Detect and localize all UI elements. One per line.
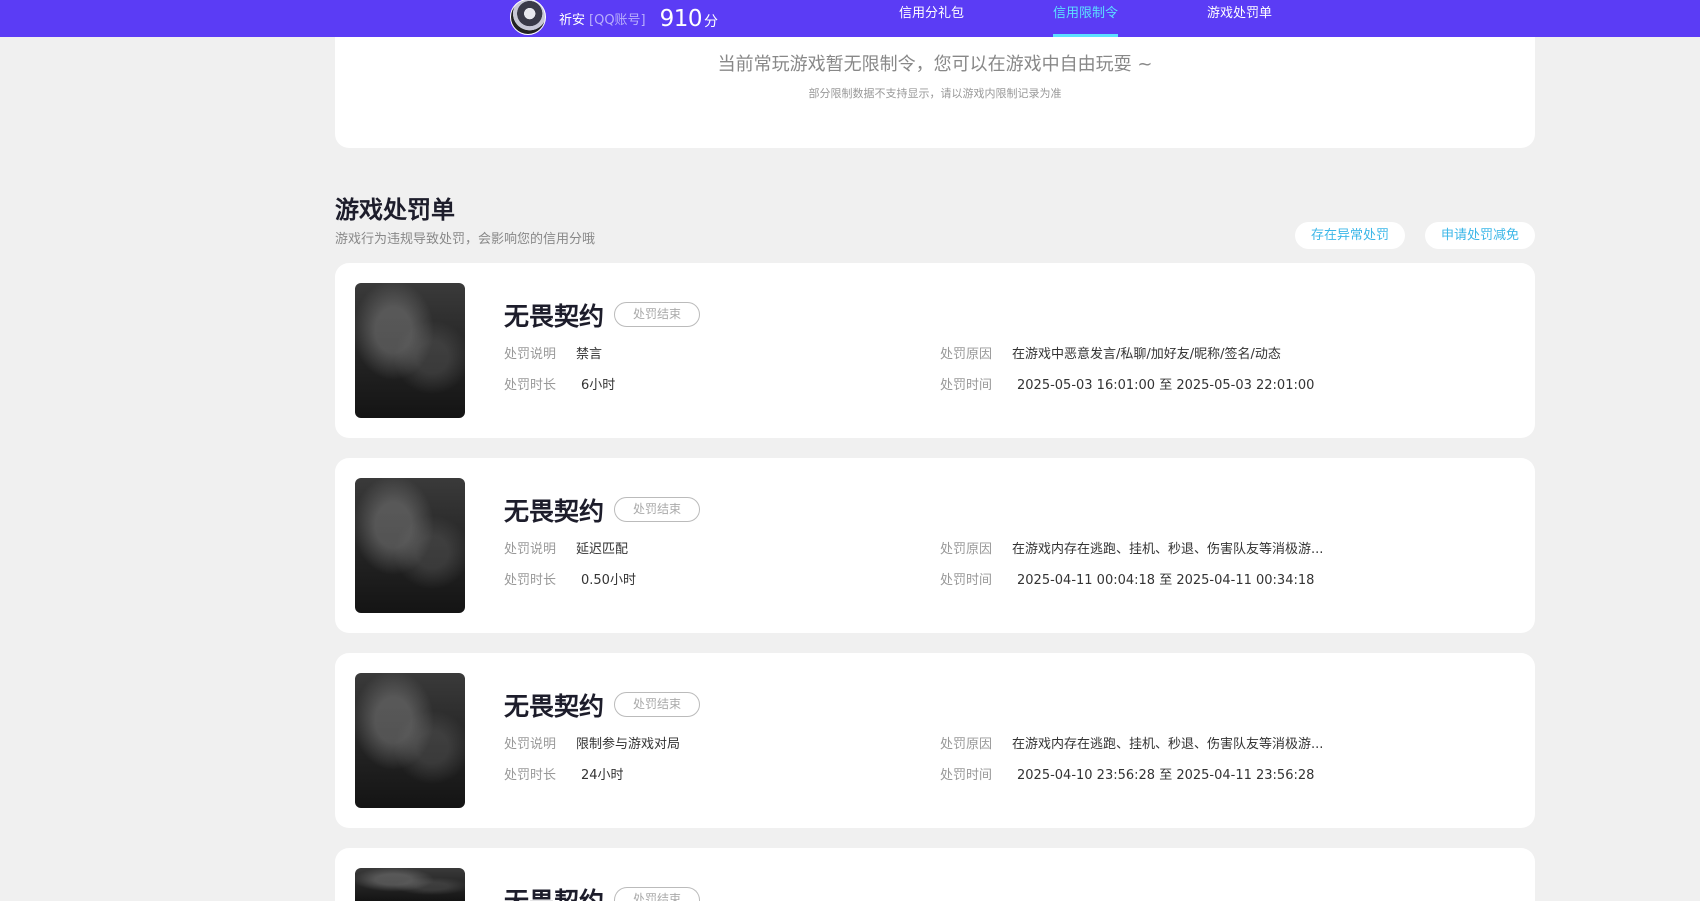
- game-name: 无畏契约: [504, 497, 605, 526]
- time-label: 处罚时间: [940, 573, 993, 588]
- penalty-card[interactable]: 无畏契约 处罚结束 处罚说明 延迟匹配 处罚时长 0.50小时 处罚原因 在游戏…: [335, 458, 1535, 633]
- reason-value: 在游戏内存在逃跑、挂机、秒退、伤害队友等消极游...: [1012, 542, 1324, 557]
- reason-label: 处罚原因: [940, 347, 993, 362]
- top-bar: 祈安 [QQ账号] 910 分 信用分礼包 信用限制令 游戏处罚单: [0, 0, 1700, 37]
- desc-value: 延迟匹配: [576, 542, 629, 557]
- game-thumbnail: [355, 283, 465, 418]
- game-name: 无畏契约: [504, 692, 605, 721]
- status-badge: 处罚结束: [614, 302, 700, 327]
- credit-score: 910: [659, 5, 703, 32]
- user-info: 祈安 [QQ账号] 910 分: [510, 0, 718, 37]
- desc-value: 禁言: [576, 347, 603, 362]
- duration-label: 处罚时长: [504, 573, 557, 588]
- reason-label: 处罚原因: [940, 542, 993, 557]
- time-label: 处罚时间: [940, 768, 993, 783]
- duration-label: 处罚时长: [504, 768, 557, 783]
- time-value: 2025-04-11 00:04:18 至 2025-04-11 00:34:1…: [1017, 573, 1315, 588]
- penalty-card[interactable]: 无畏契约 处罚结束: [335, 848, 1535, 901]
- reason-value: 在游戏内存在逃跑、挂机、秒退、伤害队友等消极游...: [1012, 737, 1324, 752]
- time-value: 2025-05-03 16:01:00 至 2025-05-03 22:01:0…: [1017, 378, 1315, 393]
- desc-label: 处罚说明: [504, 737, 557, 752]
- time-value: 2025-04-10 23:56:28 至 2025-04-11 23:56:2…: [1017, 768, 1315, 783]
- tab-game-penalty[interactable]: 游戏处罚单: [1207, 0, 1272, 37]
- penalty-card[interactable]: 无畏契约 处罚结束 处罚说明 禁言 处罚时长 6小时 处罚原因 在游戏中恶意发言…: [335, 263, 1535, 438]
- status-badge: 处罚结束: [614, 692, 700, 717]
- game-thumbnail: [355, 478, 465, 613]
- avatar[interactable]: [510, 0, 546, 35]
- restriction-message: 当前常玩游戏暂无限制令，您可以在游戏中自由玩耍 ~: [717, 54, 1153, 75]
- game-thumbnail: [355, 673, 465, 808]
- duration-value: 24小时: [581, 768, 624, 783]
- section-subtitle: 游戏行为违规导致处罚，会影响您的信用分哦: [335, 232, 596, 247]
- desc-value: 限制参与游戏对局: [576, 737, 681, 752]
- duration-value: 6小时: [581, 378, 616, 393]
- desc-label: 处罚说明: [504, 347, 557, 362]
- status-badge: 处罚结束: [614, 497, 700, 522]
- restriction-card: 当前常玩游戏暂无限制令，您可以在游戏中自由玩耍 ~ 部分限制数据不支持显示，请以…: [335, 37, 1535, 148]
- section-title: 游戏处罚单: [335, 196, 455, 224]
- duration-label: 处罚时长: [504, 378, 557, 393]
- abnormal-penalty-button[interactable]: 存在异常处罚: [1295, 222, 1405, 249]
- penalty-reduction-button[interactable]: 申请处罚减免: [1425, 222, 1535, 249]
- duration-value: 0.50小时: [581, 573, 636, 588]
- reason-label: 处罚原因: [940, 737, 993, 752]
- desc-label: 处罚说明: [504, 542, 557, 557]
- game-thumbnail: [355, 868, 465, 901]
- penalty-card[interactable]: 无畏契约 处罚结束 处罚说明 限制参与游戏对局 处罚时长 24小时 处罚原因 在…: [335, 653, 1535, 828]
- game-name: 无畏契约: [504, 302, 605, 331]
- credit-score-unit: 分: [704, 13, 719, 30]
- time-label: 处罚时间: [940, 378, 993, 393]
- tab-credit-restriction[interactable]: 信用限制令: [1053, 0, 1119, 37]
- reason-value: 在游戏中恶意发言/私聊/加好友/昵称/签名/动态: [1012, 347, 1281, 362]
- account-type: [QQ账号]: [589, 13, 646, 28]
- user-name: 祈安: [559, 13, 586, 28]
- status-badge: 处罚结束: [614, 887, 700, 901]
- restriction-note: 部分限制数据不支持显示，请以游戏内限制记录为准: [808, 87, 1062, 100]
- game-name: 无畏契约: [504, 882, 604, 901]
- tab-credit-gift[interactable]: 信用分礼包: [899, 0, 964, 37]
